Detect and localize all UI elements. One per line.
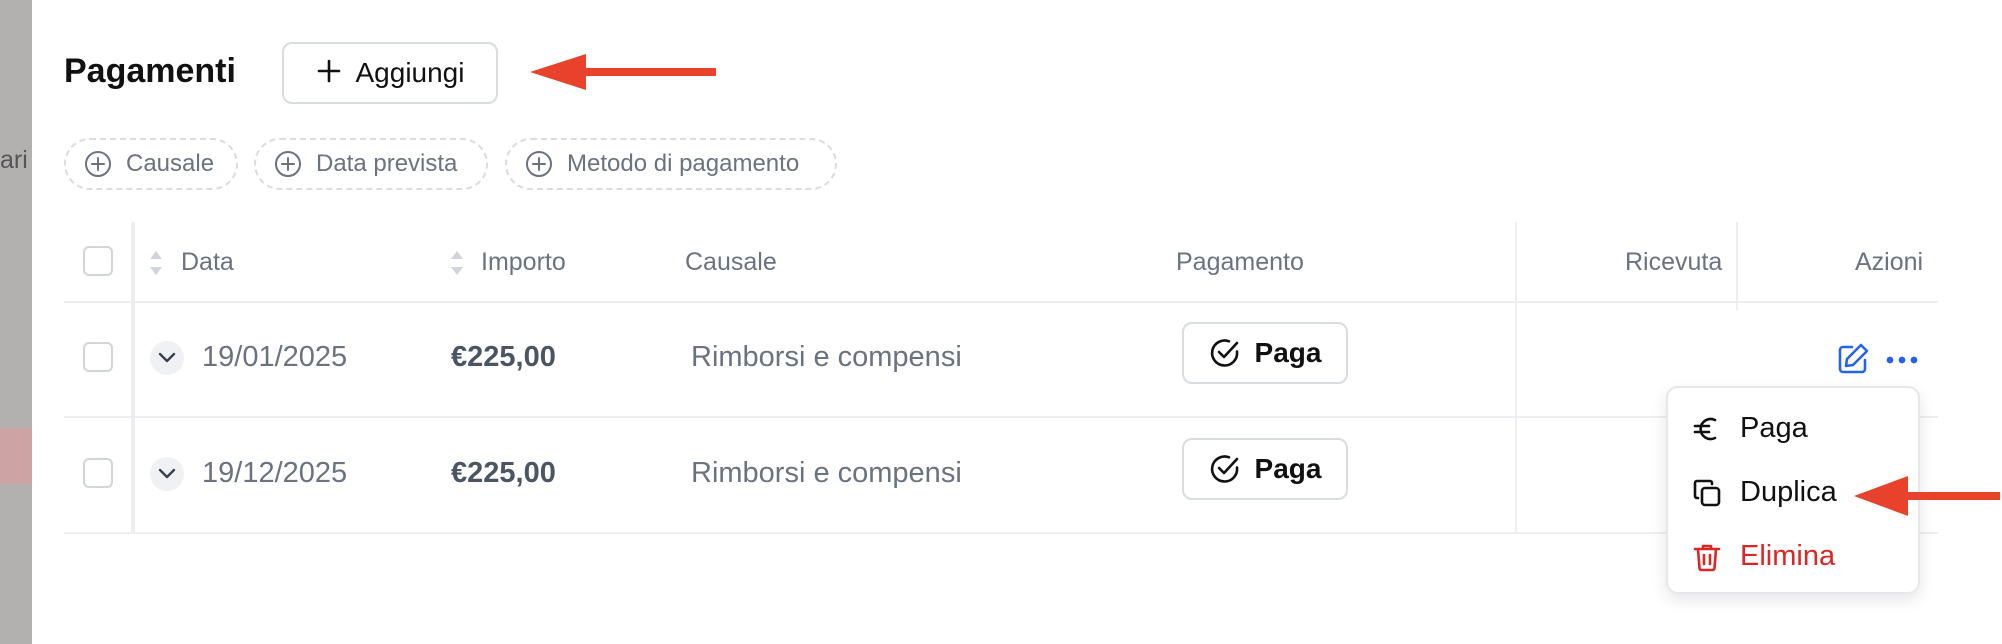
- sort-icon[interactable]: [449, 249, 465, 277]
- filter-chip-label: Causale: [126, 150, 215, 177]
- trash-icon: [1693, 544, 1721, 571]
- pay-button[interactable]: Paga: [1182, 322, 1348, 384]
- filter-chip-metodo-pagamento[interactable]: Metodo di pagamento: [505, 138, 837, 190]
- cell-importo: €225,00: [451, 457, 556, 489]
- pay-button[interactable]: Paga: [1182, 438, 1348, 500]
- table-header-border: [64, 301, 1938, 303]
- table-row-border: [64, 416, 1938, 418]
- add-payment-label: Aggiungi: [355, 57, 465, 88]
- check-circle-icon: [1210, 339, 1238, 367]
- column-header-pagamento: Pagamento: [1176, 248, 1304, 276]
- background-text-fragment: ari: [0, 146, 28, 174]
- row-checkbox[interactable]: [83, 458, 113, 488]
- background-highlight-band: [0, 428, 32, 484]
- menu-item-label: Elimina: [1740, 540, 1836, 572]
- cell-causale: Rimborsi e compensi: [691, 341, 962, 373]
- add-payment-button[interactable]: Aggiungi: [282, 42, 498, 104]
- column-header-causale: Causale: [685, 248, 777, 276]
- expand-row-button[interactable]: [150, 341, 184, 375]
- filter-chip-data-prevista[interactable]: Data prevista: [254, 138, 488, 190]
- menu-item-label: Duplica: [1740, 476, 1837, 508]
- cell-causale: Rimborsi e compensi: [691, 457, 962, 489]
- cell-data: 19/12/2025: [202, 457, 348, 489]
- filter-chip-label: Metodo di pagamento: [567, 150, 800, 177]
- expand-row-button[interactable]: [150, 457, 184, 491]
- filter-chip-causale[interactable]: Causale: [64, 138, 238, 190]
- pay-button-label: Paga: [1254, 337, 1322, 368]
- column-header-importo[interactable]: Importo: [481, 248, 566, 277]
- select-all-checkbox[interactable]: [83, 246, 113, 276]
- column-header-azioni: Azioni: [1855, 248, 1924, 276]
- edit-icon[interactable]: [1836, 342, 1870, 376]
- plus-icon: [316, 56, 342, 90]
- menu-item-duplica[interactable]: Duplica: [1692, 476, 1837, 509]
- add-circle-icon: [85, 151, 111, 177]
- menu-item-elimina[interactable]: Elimina: [1692, 540, 1835, 573]
- check-circle-icon: [1210, 455, 1238, 483]
- table-row-border: [64, 532, 1938, 534]
- add-circle-icon: [526, 151, 552, 177]
- euro-icon: [1693, 417, 1717, 440]
- add-circle-icon: [275, 151, 301, 177]
- column-header-data[interactable]: Data: [181, 248, 234, 277]
- annotation-arrow-add: [530, 54, 716, 90]
- column-divider-ricevuta: [1515, 222, 1517, 532]
- sort-icon[interactable]: [148, 249, 164, 277]
- page-title: Pagamenti: [64, 52, 236, 90]
- cell-data: 19/01/2025: [202, 341, 348, 373]
- menu-item-label: Paga: [1740, 412, 1808, 444]
- pay-button-label: Paga: [1254, 453, 1322, 484]
- menu-item-paga[interactable]: Paga: [1692, 412, 1808, 445]
- column-header-ricevuta: Ricevuta: [1625, 248, 1723, 276]
- chevron-down-icon: [158, 468, 176, 479]
- column-divider-azioni: [1736, 222, 1738, 310]
- chevron-down-icon: [158, 352, 176, 363]
- row-checkbox[interactable]: [83, 342, 113, 372]
- annotation-arrow-duplica: [1854, 476, 2000, 516]
- copy-icon: [1693, 479, 1721, 506]
- table-sticky-divider: [131, 222, 135, 532]
- background-page: ari: [0, 0, 32, 644]
- more-options-icon[interactable]: [1886, 356, 1918, 364]
- cell-importo: €225,00: [451, 341, 556, 373]
- filter-chip-label: Data prevista: [316, 150, 458, 177]
